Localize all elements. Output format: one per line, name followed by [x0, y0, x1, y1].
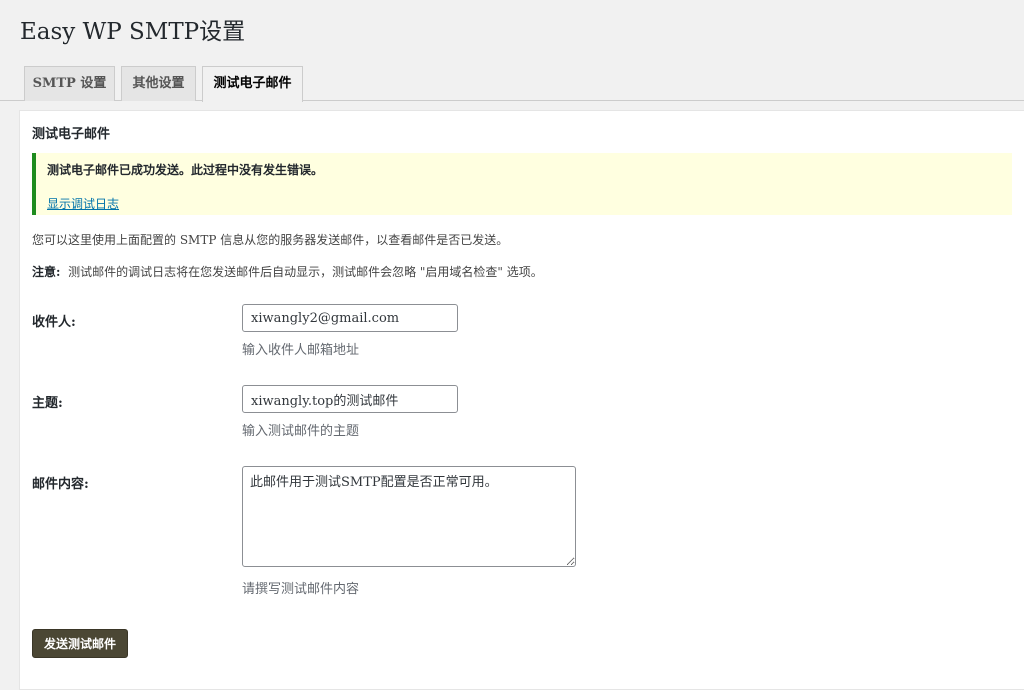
- show-debug-log-link[interactable]: 显示调试日志: [47, 195, 119, 212]
- recipient-input[interactable]: [242, 304, 458, 332]
- page-title: Easy WP SMTP设置: [20, 19, 246, 45]
- send-test-email-button[interactable]: 发送测试邮件: [32, 629, 128, 658]
- recipient-hint: 输入收件人邮箱地址: [242, 343, 360, 358]
- message-body-textarea[interactable]: 此邮件用于测试SMTP配置是否正常可用。: [242, 466, 576, 567]
- subject-input[interactable]: [242, 385, 458, 413]
- panel-heading: 测试电子邮件: [32, 127, 111, 142]
- note-text: 注意: 测试邮件的调试日志将在您发送邮件后自动显示，测试邮件会忽略 "启用域名检…: [32, 263, 543, 280]
- note-body: 测试邮件的调试日志将在您发送邮件后自动显示，测试邮件会忽略 "启用域名检查" 选…: [68, 265, 543, 279]
- subject-label: 主题:: [32, 396, 63, 411]
- recipient-label: 收件人:: [32, 315, 76, 330]
- body-hint: 请撰写测试邮件内容: [242, 582, 360, 597]
- success-notice: 测试电子邮件已成功发送。此过程中没有发生错误。 显示调试日志: [32, 153, 1012, 215]
- note-label: 注意:: [32, 265, 61, 279]
- description-text: 您可以这里使用上面配置的 SMTP 信息从您的服务器发送邮件，以查看邮件是否已发…: [32, 233, 509, 247]
- subject-hint: 输入测试邮件的主题: [242, 424, 360, 439]
- tab-other-settings[interactable]: 其他设置: [121, 66, 196, 101]
- success-message: 测试电子邮件已成功发送。此过程中没有发生错误。: [47, 163, 324, 177]
- tab-test-email[interactable]: 测试电子邮件: [202, 66, 303, 102]
- settings-tabs: SMTP 设置 其他设置 测试电子邮件: [0, 66, 1024, 102]
- tab-smtp-settings[interactable]: SMTP 设置: [24, 66, 115, 101]
- test-email-panel: 测试电子邮件 测试电子邮件已成功发送。此过程中没有发生错误。 显示调试日志 您可…: [19, 110, 1024, 690]
- body-label: 邮件内容:: [32, 477, 89, 492]
